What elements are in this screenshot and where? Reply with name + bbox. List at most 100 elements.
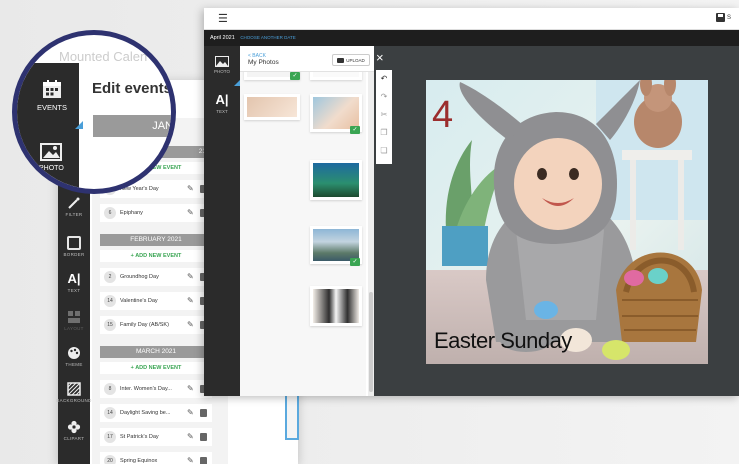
photo-thumbnail[interactable] (310, 160, 362, 200)
sidebar-item-label: TEXT (216, 109, 228, 114)
sidebar-item-text[interactable]: A| TEXT (204, 92, 240, 114)
close-icon[interactable]: × (376, 50, 384, 65)
sidebar-item-label: TEXT (67, 288, 81, 293)
clipart-icon (67, 420, 81, 434)
list-item[interactable]: 17 St Patrick's Day ✎ (100, 428, 212, 446)
sidebar-item-photo[interactable]: PHOTO (39, 143, 64, 172)
hamburger-icon[interactable]: ☰ (218, 12, 228, 25)
layout-icon (68, 311, 80, 323)
calendar-page-canvas[interactable]: 4 Easter Sunday (426, 80, 708, 364)
paste-icon[interactable]: ❏ (376, 142, 392, 160)
edit-icon[interactable]: ✎ (187, 297, 195, 305)
sidebar-item-label: EVENTS (37, 103, 68, 112)
redo-icon[interactable]: ↷ (376, 88, 392, 106)
trash-icon[interactable] (200, 457, 207, 464)
list-item[interactable]: 8 Inter. Women's Day... ✎ (100, 380, 212, 398)
list-item[interactable]: 15 Family Day (AB/SK) ✎ (100, 316, 212, 334)
sidebar-item-label: THEME (65, 362, 83, 367)
add-event-button-february[interactable]: + ADD NEW EVENT (100, 250, 212, 262)
sidebar-item-background[interactable]: BACKGROUND (56, 382, 92, 403)
month-header: JAN (93, 115, 171, 137)
upload-button[interactable]: UPLOAD (332, 54, 370, 66)
my-photos-panel: < BACK My Photos UPLOAD ✓ ✓ ✓ (240, 46, 374, 396)
magnifier-content: Mounted Calen EVENTS PHOTO Edit events J… (17, 35, 173, 189)
event-day: 17 (104, 431, 116, 443)
list-item[interactable]: 14 Daylight Saving be... ✎ (100, 404, 212, 422)
border-icon (67, 236, 81, 250)
list-item[interactable]: 14 Valentine's Day ✎ (100, 292, 212, 310)
list-item[interactable]: 20 Spring Equinox ✎ (100, 452, 212, 464)
add-event-button-march[interactable]: + ADD NEW EVENT (100, 362, 212, 374)
sidebar-item-filter[interactable]: FILTER (58, 196, 90, 217)
window-sidebar: PHOTO A| TEXT (204, 46, 240, 396)
edit-icon[interactable]: ✎ (187, 409, 195, 417)
event-name: Daylight Saving be... (120, 410, 171, 416)
sidebar-item-label: BACKGROUND (56, 398, 92, 403)
sidebar-item-label: FILTER (65, 212, 83, 217)
text-icon: A| (215, 92, 229, 107)
choose-date-link[interactable]: CHOOSE ANOTHER DATE (240, 35, 295, 40)
edit-icon[interactable]: ✎ (187, 185, 195, 193)
sidebar-item-text[interactable]: A| TEXT (58, 271, 90, 294)
panel-title: Edit events (92, 80, 173, 97)
sidebar-item-photo[interactable]: PHOTO (204, 56, 240, 74)
photo-thumbnail[interactable] (310, 286, 362, 326)
scrollbar[interactable] (368, 72, 374, 396)
palette-icon (68, 347, 80, 359)
day-number: 4 (432, 94, 454, 136)
sidebar-item-label: PHOTO (214, 69, 230, 74)
event-caption: Easter Sunday (434, 328, 572, 353)
sidebar-item-layout[interactable]: LAYOUT (58, 310, 90, 331)
event-day: 14 (104, 295, 116, 307)
event-name: Spring Equinox (120, 458, 158, 464)
magnifier-callout: Mounted Calen EVENTS PHOTO Edit events J… (12, 30, 176, 194)
text-icon: A| (67, 271, 81, 286)
sidebar-item-theme[interactable]: THEME (58, 346, 90, 367)
folder-icon (337, 58, 345, 64)
trash-icon[interactable] (200, 409, 207, 417)
edit-icon[interactable]: ✎ (187, 385, 195, 393)
photo-icon (215, 56, 229, 67)
sidebar-item-clipart[interactable]: CLIPART (58, 420, 90, 441)
edit-icon[interactable]: ✎ (187, 209, 195, 217)
event-name: Groundhog Day (120, 274, 159, 280)
wand-icon (68, 197, 80, 209)
photo-thumbnail[interactable] (244, 94, 300, 120)
edit-icon[interactable]: ✎ (187, 457, 195, 464)
event-day: 2 (104, 271, 116, 283)
calendar-editor-window: ☰ S April 2021 CHOOSE ANOTHER DATE PHOTO… (204, 8, 739, 396)
check-icon: ✓ (350, 126, 360, 134)
event-day: 15 (104, 319, 116, 331)
list-item[interactable]: 2 Groundhog Day ✎ (100, 268, 212, 286)
sidebar-item-label: LAYOUT (64, 326, 84, 331)
photo-thumbnail[interactable] (310, 72, 362, 80)
undo-icon[interactable]: ↶ (376, 70, 392, 88)
edit-tools: ↶ ↷ ✂ ❐ ❏ (376, 70, 392, 164)
calendar-icon (43, 80, 61, 98)
save-icon (715, 13, 725, 22)
photo-grid: ✓ ✓ ✓ (240, 72, 366, 396)
cut-icon[interactable]: ✂ (376, 106, 392, 124)
list-item[interactable]: 6 Epiphany ✎ (100, 204, 212, 222)
edit-icon[interactable]: ✎ (187, 433, 195, 441)
easter-baby-photo (426, 80, 708, 364)
sidebar-item-label: PHOTO (39, 165, 64, 172)
event-name: Family Day (AB/SK) (120, 322, 169, 328)
month-header-february: FEBRUARY 2021 (100, 234, 212, 246)
sidebar-item-border[interactable]: BORDER (58, 236, 90, 257)
sidebar-item-label: CLIPART (63, 436, 85, 441)
check-icon: ✓ (290, 72, 300, 80)
edit-icon[interactable]: ✎ (187, 321, 195, 329)
photos-header: < BACK My Photos UPLOAD (240, 46, 374, 72)
current-month: April 2021 (210, 35, 235, 41)
top-bar: ☰ S (204, 8, 739, 30)
save-label: S (726, 14, 731, 21)
edit-icon[interactable]: ✎ (187, 273, 195, 281)
scrollbar-thumb[interactable] (369, 292, 373, 392)
trash-icon[interactable] (200, 433, 207, 441)
sidebar-item-events[interactable]: EVENTS (37, 79, 67, 112)
sidebar-item-label: BORDER (63, 252, 85, 257)
event-day: 6 (104, 207, 116, 219)
copy-icon[interactable]: ❐ (376, 124, 392, 142)
save-button[interactable]: S (715, 13, 731, 22)
